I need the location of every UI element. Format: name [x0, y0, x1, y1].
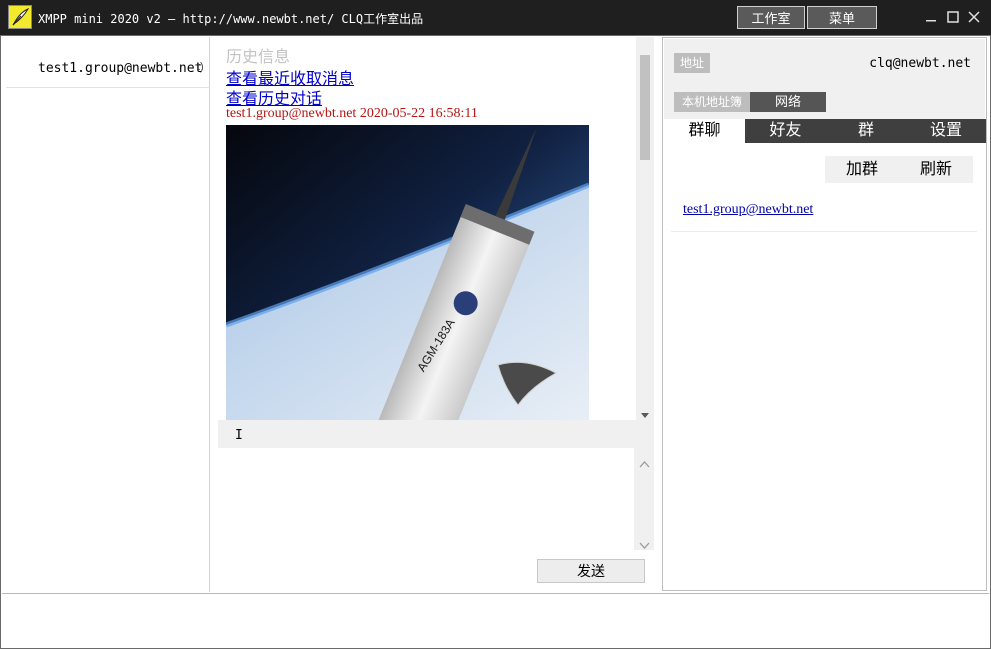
divider [671, 231, 977, 232]
text-cursor-icon: I [235, 428, 243, 443]
message-input[interactable] [218, 448, 634, 550]
contact-item[interactable]: test1.group@newbt.net [38, 61, 202, 76]
refresh-button[interactable]: 刷新 [899, 156, 973, 183]
message-image[interactable]: AGM-183A [226, 125, 589, 420]
right-panel: 地址 clq@newbt.net 本机地址簿 网络 群聊 好友 群 设置 加群 … [662, 37, 987, 591]
subtab-local-addressbook[interactable]: 本机地址簿 [674, 92, 750, 112]
input-toolbar: I [218, 420, 654, 448]
minimize-icon[interactable] [923, 9, 939, 25]
input-scrollbar[interactable] [634, 448, 654, 550]
subtab-network[interactable]: 网络 [750, 92, 826, 112]
scroll-thumb[interactable] [640, 55, 650, 160]
contact-item-truncated: t) [197, 61, 204, 73]
title-bar: XMPP mini 2020 v2 — http://www.newbt.net… [0, 0, 991, 35]
tab-settings[interactable]: 设置 [906, 119, 986, 143]
tab-group-chat[interactable]: 群聊 [664, 119, 745, 143]
chat-history: 历史信息 查看最近收取消息 查看历史对话 test1.group@newbt.n… [218, 37, 654, 420]
chevron-down-icon[interactable] [639, 536, 650, 554]
account-id: clq@newbt.net [869, 56, 971, 71]
chevron-up-icon[interactable] [639, 455, 650, 473]
tab-friends[interactable]: 好友 [745, 119, 826, 143]
close-icon[interactable] [966, 9, 982, 25]
history-title: 历史信息 [226, 49, 291, 66]
divider [6, 87, 210, 88]
status-bar-divider [2, 593, 989, 594]
studio-button[interactable]: 工作室 [737, 6, 805, 29]
group-list-item[interactable]: test1.group@newbt.net [683, 202, 813, 218]
contact-list: test1.group@newbt.net t) [2, 37, 210, 592]
message-sender-time: test1.group@newbt.net 2020-05-22 16:58:1… [226, 106, 478, 121]
feather-logo-icon [8, 5, 32, 29]
tab-groups[interactable]: 群 [826, 119, 906, 143]
chat-scrollbar[interactable] [636, 37, 654, 420]
account-header: 地址 clq@newbt.net 本机地址簿 网络 [664, 39, 985, 119]
menu-button[interactable]: 菜单 [807, 6, 877, 29]
send-button[interactable]: 发送 [537, 559, 645, 583]
address-label[interactable]: 地址 [674, 53, 711, 73]
join-group-button[interactable]: 加群 [825, 156, 899, 183]
maximize-icon[interactable] [945, 9, 961, 25]
window-title: XMPP mini 2020 v2 — http://www.newbt.net… [38, 12, 424, 26]
tab-bar: 群聊 好友 群 设置 [664, 119, 986, 143]
